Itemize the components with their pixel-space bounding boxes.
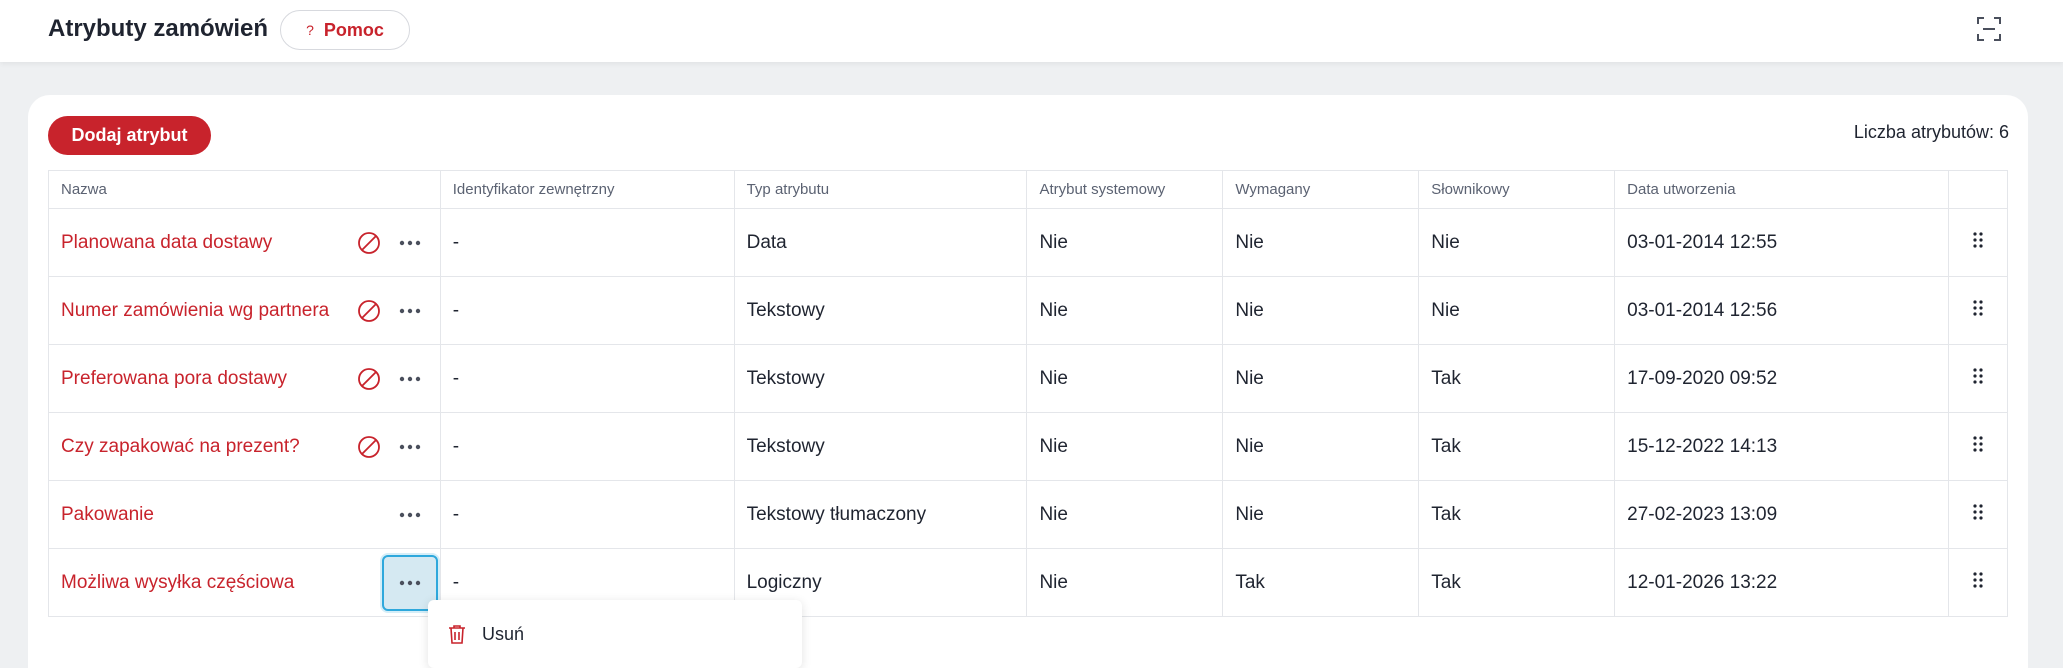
column-header-type[interactable]: Typ atrybutu	[733, 170, 1028, 209]
attribute-name-link[interactable]: Możliwa wysyłka częściowa	[61, 572, 294, 593]
column-header-actions	[1947, 170, 2009, 209]
name-cell: Planowana data dostawy	[48, 208, 441, 277]
created-cell: 03-01-2014 12:56	[1614, 276, 1949, 345]
dictionary-cell: Nie	[1418, 276, 1615, 345]
more-options-icon[interactable]	[395, 297, 425, 325]
type-cell: Data	[733, 208, 1027, 277]
column-header-external-id[interactable]: Identyfikator zewnętrzny	[439, 170, 735, 209]
attribute-count: Liczba atrybutów: 6	[1853, 122, 2009, 142]
ban-icon[interactable]	[357, 367, 381, 391]
required-cell: Nie	[1222, 412, 1419, 481]
dictionary-cell: Tak	[1418, 412, 1615, 481]
created-cell: 17-09-2020 09:52	[1614, 344, 1949, 413]
column-header-required[interactable]: Wymagany	[1222, 170, 1420, 209]
attribute-name-link[interactable]: Pakowanie	[61, 504, 154, 525]
drag-handle-cell	[1947, 276, 2008, 345]
attribute-name-link[interactable]: Preferowana pora dostawy	[61, 368, 287, 389]
dictionary-cell: Tak	[1418, 480, 1615, 549]
external-id-cell: -	[439, 208, 735, 277]
attributes-table: Nazwa Identyfikator zewnętrzny Typ atryb…	[48, 170, 2009, 617]
required-cell: Nie	[1222, 344, 1419, 413]
column-header-name[interactable]: Nazwa	[48, 170, 441, 209]
table-row: Pakowanie - Tekstowy tłumaczony Nie Nie …	[48, 480, 2008, 549]
table-row: Numer zamówienia wg partnera - Tekstowy …	[48, 276, 2008, 345]
more-options-icon[interactable]	[395, 501, 425, 529]
type-cell: Tekstowy	[733, 344, 1027, 413]
system-cell: Nie	[1026, 276, 1223, 345]
more-options-icon[interactable]	[395, 365, 425, 393]
table-row: Czy zapakować na prezent? - Tekstowy Nie…	[48, 412, 2008, 481]
page-title: Atrybuty zamówień	[48, 15, 269, 42]
system-cell: Nie	[1026, 480, 1223, 549]
external-id-cell: -	[439, 412, 735, 481]
more-options-icon[interactable]	[395, 229, 425, 257]
drag-handle-icon[interactable]	[1973, 435, 1983, 452]
required-cell: Tak	[1222, 548, 1419, 617]
attribute-name-link[interactable]: Numer zamówienia wg partnera	[61, 300, 329, 321]
drag-handle-icon[interactable]	[1973, 299, 1983, 316]
drag-handle-icon[interactable]	[1973, 503, 1983, 520]
created-cell: 12-01-2026 13:22	[1614, 548, 1949, 617]
column-header-dictionary[interactable]: Słownikowy	[1418, 170, 1616, 209]
help-button[interactable]: ? Pomoc	[280, 10, 410, 50]
dictionary-cell: Tak	[1418, 548, 1615, 617]
drag-handle-cell	[1947, 344, 2008, 413]
drag-handle-cell	[1947, 412, 2008, 481]
name-cell: Preferowana pora dostawy	[48, 344, 441, 413]
help-button-label: Pomoc	[323, 19, 384, 40]
dictionary-cell: Tak	[1418, 344, 1615, 413]
attribute-name-link[interactable]: Planowana data dostawy	[61, 232, 272, 253]
ban-icon[interactable]	[357, 299, 381, 323]
drag-handle-cell	[1947, 208, 2008, 277]
column-header-created[interactable]: Data utworzenia	[1614, 170, 1949, 209]
dictionary-cell: Nie	[1418, 208, 1615, 277]
external-id-cell: -	[439, 276, 735, 345]
required-cell: Nie	[1222, 276, 1419, 345]
row-context-menu: Usuń	[428, 600, 802, 668]
type-cell: Tekstowy	[733, 412, 1027, 481]
add-attribute-button[interactable]: Dodaj atrybut	[48, 116, 211, 155]
created-cell: 15-12-2022 14:13	[1614, 412, 1949, 481]
drag-handle-cell	[1947, 548, 2008, 617]
created-cell: 27-02-2023 13:09	[1614, 480, 1949, 549]
ban-icon[interactable]	[357, 435, 381, 459]
drag-handle-cell	[1947, 480, 2008, 549]
type-cell: Tekstowy tłumaczony	[733, 480, 1027, 549]
system-cell: Nie	[1026, 344, 1223, 413]
drag-handle-icon[interactable]	[1973, 231, 1983, 248]
column-header-system[interactable]: Atrybut systemowy	[1026, 170, 1224, 209]
drag-handle-icon[interactable]	[1973, 571, 1983, 588]
external-id-cell: -	[439, 480, 735, 549]
fullscreen-icon[interactable]	[1975, 15, 2003, 43]
help-icon: ?	[306, 22, 314, 38]
system-cell: Nie	[1026, 412, 1223, 481]
system-cell: Nie	[1026, 208, 1223, 277]
external-id-cell: -	[439, 344, 735, 413]
ban-icon[interactable]	[357, 231, 381, 255]
more-options-icon[interactable]	[395, 433, 425, 461]
required-cell: Nie	[1222, 480, 1419, 549]
name-cell: Czy zapakować na prezent?	[48, 412, 441, 481]
delete-menu-item[interactable]: Usuń	[482, 624, 524, 645]
trash-icon	[449, 625, 465, 644]
name-cell: Numer zamówienia wg partnera	[48, 276, 441, 345]
table-row: Planowana data dostawy - Data Nie Nie Ni…	[48, 208, 2008, 277]
top-bar: Atrybuty zamówień ? Pomoc	[0, 0, 2063, 62]
drag-handle-icon[interactable]	[1973, 367, 1983, 384]
required-cell: Nie	[1222, 208, 1419, 277]
table-header: Nazwa Identyfikator zewnętrzny Typ atryb…	[48, 170, 2009, 209]
type-cell: Tekstowy	[733, 276, 1027, 345]
table-row: Możliwa wysyłka częściowa - Logiczny Nie…	[48, 548, 2008, 617]
table-row: Preferowana pora dostawy - Tekstowy Nie …	[48, 344, 2008, 413]
system-cell: Nie	[1026, 548, 1223, 617]
name-cell: Pakowanie	[48, 480, 441, 549]
created-cell: 03-01-2014 12:55	[1614, 208, 1949, 277]
name-cell: Możliwa wysyłka częściowa	[48, 548, 441, 617]
attribute-name-link[interactable]: Czy zapakować na prezent?	[61, 436, 300, 457]
